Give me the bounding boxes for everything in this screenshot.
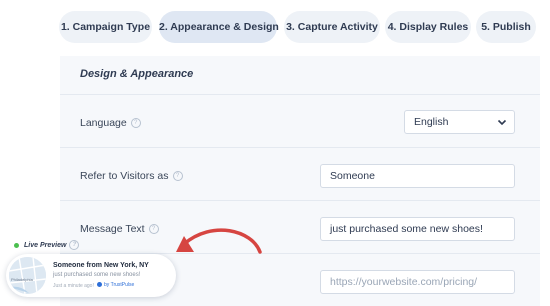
message-label-text: Message Text bbox=[80, 223, 145, 235]
tab-campaign-type[interactable]: 1. Campaign Type bbox=[59, 11, 152, 43]
help-circle-icon[interactable]: ? bbox=[172, 171, 183, 182]
panel-header: Design & Appearance bbox=[60, 56, 540, 95]
preview-title: Someone from New York, NY bbox=[53, 262, 149, 269]
row-divider bbox=[60, 147, 540, 148]
message-label: Message Text? bbox=[80, 223, 159, 235]
map-thumbnail: Philadelphia bbox=[9, 257, 46, 294]
visitors-label-text: Refer to Visitors as bbox=[80, 170, 169, 182]
language-label: Language? bbox=[80, 117, 141, 129]
language-select-value: English bbox=[414, 116, 449, 128]
live-preview-text: Live Preview bbox=[24, 241, 67, 249]
tab-publish[interactable]: 5. Publish bbox=[476, 11, 536, 43]
live-status-dot bbox=[14, 242, 19, 248]
wizard-tabs: 1. Campaign Type 2. Appearance & Design … bbox=[0, 11, 550, 45]
check-badge-icon bbox=[97, 282, 102, 288]
chevron-down-icon bbox=[497, 119, 507, 126]
row-divider bbox=[60, 200, 540, 201]
red-arrow-icon bbox=[176, 228, 262, 254]
url-input[interactable]: https://yourwebsite.com/pricing/ bbox=[320, 270, 515, 294]
preview-time: Just a minute ago! bbox=[53, 283, 94, 289]
help-circle-icon[interactable]: ? bbox=[148, 224, 159, 235]
preview-message: just purchased some new shoes! bbox=[53, 272, 141, 278]
language-label-text: Language bbox=[80, 117, 127, 129]
language-select[interactable]: English bbox=[404, 110, 515, 134]
message-input[interactable]: just purchased some new shoes! bbox=[320, 217, 515, 241]
help-circle-icon[interactable]: ? bbox=[130, 118, 141, 129]
tab-capture-activity[interactable]: 3. Capture Activity bbox=[284, 11, 380, 43]
map-caption: Philadelphia bbox=[11, 277, 33, 282]
trustpulse-text: by TrustPulse bbox=[104, 282, 135, 288]
help-circle-icon[interactable]: ? bbox=[69, 240, 80, 250]
tab-display-rules[interactable]: 4. Display Rules bbox=[385, 11, 471, 43]
map-icon bbox=[9, 257, 46, 294]
trustpulse-badge[interactable]: by TrustPulse bbox=[97, 282, 134, 288]
panel-title: Design & Appearance bbox=[80, 68, 194, 80]
notification-preview: Philadelphia Someone from New York, NY j… bbox=[6, 254, 176, 297]
visitors-input[interactable]: Someone bbox=[320, 164, 515, 188]
live-preview-label: Live Preview? bbox=[14, 240, 80, 250]
visitors-label: Refer to Visitors as? bbox=[80, 170, 183, 182]
tab-appearance-design[interactable]: 2. Appearance & Design bbox=[159, 11, 279, 43]
